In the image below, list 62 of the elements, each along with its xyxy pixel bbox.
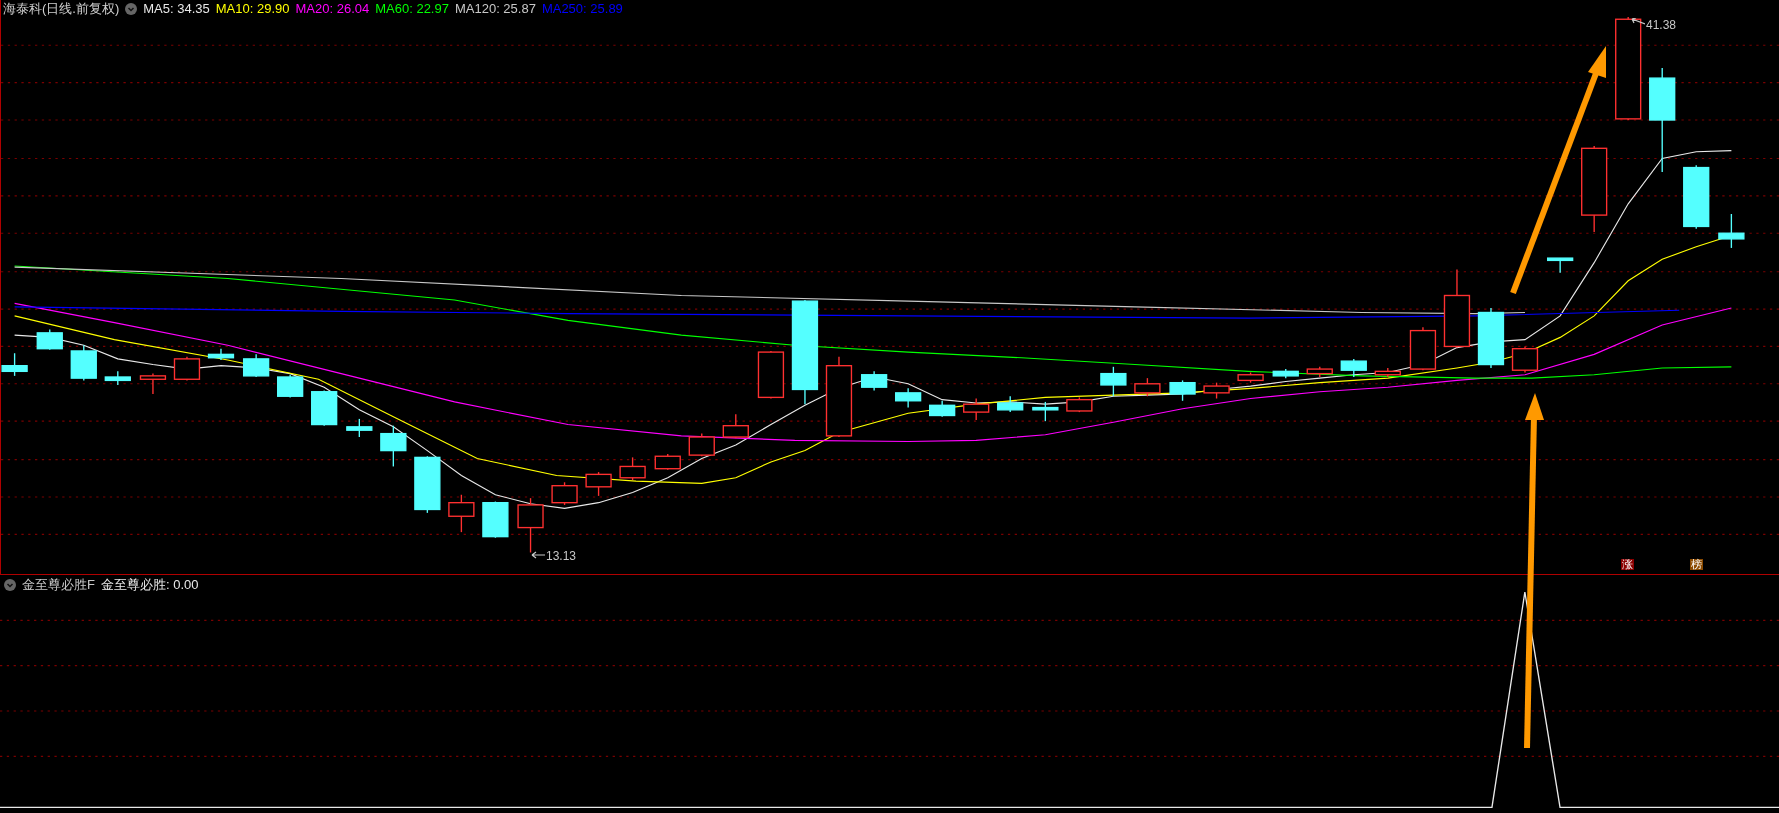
arrow-icon xyxy=(1631,18,1645,26)
moving-average-label: MA20: 26.04 xyxy=(295,0,370,19)
moving-average-label: MA250: 25.89 xyxy=(541,0,623,19)
candle xyxy=(654,453,681,471)
candle xyxy=(585,471,612,497)
moving-average-label: MA10: 29.90 xyxy=(215,0,290,19)
candle xyxy=(1477,307,1505,369)
candle xyxy=(1134,377,1161,397)
moving-average-label: MA5: 34.35 xyxy=(143,0,210,19)
candle xyxy=(139,372,167,395)
candle xyxy=(1100,366,1127,397)
high-price-label: 41.38 xyxy=(1646,17,1677,34)
candle xyxy=(277,374,304,399)
candle xyxy=(895,387,922,409)
candle xyxy=(722,413,749,439)
moving-average-label: MA60: 22.97 xyxy=(375,0,449,19)
candle xyxy=(688,432,715,457)
candle xyxy=(1237,371,1264,384)
moving-average-label: MA120: 25.87 xyxy=(454,0,536,19)
candle xyxy=(551,481,578,506)
candle xyxy=(929,400,956,418)
candle xyxy=(1340,358,1367,378)
candle xyxy=(104,370,131,386)
candle xyxy=(997,395,1024,413)
arrow-icon xyxy=(531,551,545,559)
candle xyxy=(1409,326,1437,371)
candle xyxy=(1203,382,1230,400)
chevron-circle-icon[interactable] xyxy=(125,3,138,15)
candle xyxy=(311,389,338,427)
candle xyxy=(517,497,544,554)
indicator-name: 金至尊必胜F xyxy=(22,576,95,595)
candle xyxy=(1272,368,1299,379)
candle xyxy=(70,344,97,382)
candle xyxy=(1683,164,1710,230)
candle xyxy=(1306,366,1333,378)
candle xyxy=(1032,401,1059,422)
candle xyxy=(482,500,509,539)
candle xyxy=(243,353,270,378)
chevron-circle-icon[interactable] xyxy=(4,579,16,591)
indicator-reading: 金至尊必胜: 0.00 xyxy=(100,576,199,595)
signal-marker: 涨 xyxy=(1621,559,1634,570)
candle xyxy=(1,352,28,377)
candle xyxy=(207,348,235,361)
candle xyxy=(619,456,646,481)
candle xyxy=(448,494,475,533)
candle xyxy=(757,350,785,400)
candle xyxy=(1511,345,1539,374)
candle xyxy=(1718,213,1745,249)
candle xyxy=(414,455,441,514)
candle xyxy=(860,370,888,392)
signal-marker: 榜 xyxy=(1690,559,1703,570)
candle xyxy=(36,328,63,351)
candle xyxy=(1066,396,1093,413)
candle xyxy=(346,418,373,438)
candle xyxy=(1547,257,1574,274)
stock-title: 海泰科(日线.前复权) xyxy=(3,0,120,19)
low-price-label: 13.13 xyxy=(546,548,577,565)
candle xyxy=(1374,367,1401,378)
candle xyxy=(963,397,990,421)
candle xyxy=(1169,379,1196,402)
candle xyxy=(380,425,407,468)
candle xyxy=(173,355,201,382)
